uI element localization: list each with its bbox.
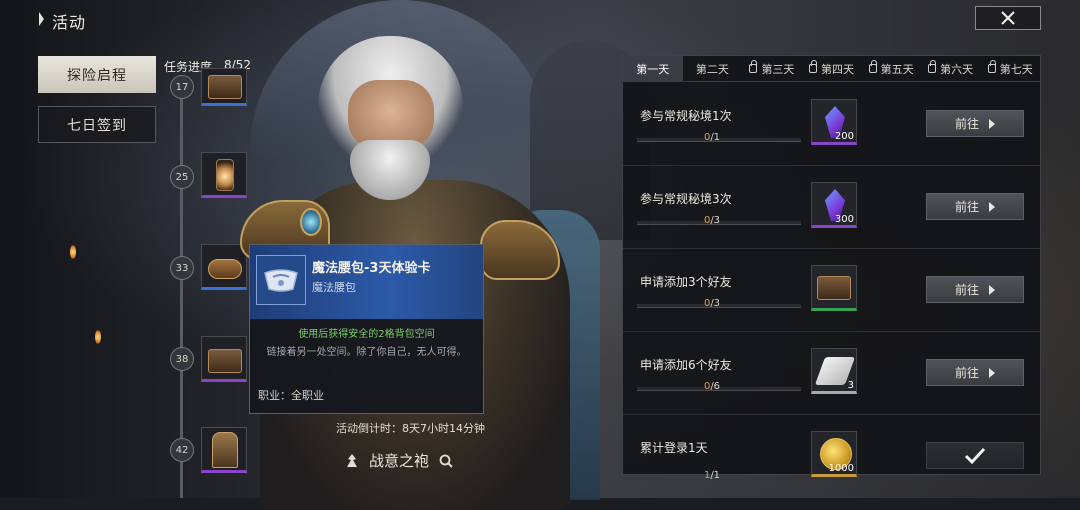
tab-day-2[interactable]: 第二天	[683, 56, 743, 81]
go-button[interactable]: 前往	[926, 193, 1024, 220]
magic-pouch-icon	[256, 255, 306, 305]
task-progress-total: /1	[710, 132, 721, 143]
task-progress-count: 0/3	[623, 298, 801, 309]
tab-label: 第六天	[940, 62, 974, 76]
lock-icon	[809, 60, 818, 73]
chevron-right-icon	[989, 118, 995, 129]
lock-icon	[749, 60, 758, 73]
chevron-right-icon	[989, 367, 995, 378]
chest-icon	[817, 276, 851, 300]
tooltip-effect: 使用后获得安全的2格背包空间	[298, 329, 435, 340]
chevron-right-icon	[989, 284, 995, 295]
event-countdown: 活动倒计时：8天7小时14分钟	[336, 422, 485, 435]
task-progress-total: /3	[710, 298, 721, 309]
tab-label: 第四天	[821, 62, 855, 76]
search-icon[interactable]	[439, 454, 453, 468]
tab-day-4[interactable]: 第四天	[802, 56, 862, 81]
reward-quantity: 1000	[828, 463, 854, 474]
page-title: 活动	[52, 13, 87, 32]
tab-day-6[interactable]: 第六天	[921, 56, 981, 81]
candle-flame	[70, 245, 76, 259]
tooltip-subtitle: 魔法腰包	[312, 281, 356, 294]
reward-quantity: 300	[834, 214, 854, 225]
task-row: 累计登录1天 1/1 1000	[623, 415, 1040, 481]
milestone-node: 17	[170, 75, 194, 99]
task-name: 申请添加6个好友	[640, 358, 732, 372]
character-name: 战意之袍	[369, 452, 430, 470]
chevron-right-icon	[989, 201, 995, 212]
task-reward-slot[interactable]: 200	[811, 99, 857, 145]
close-button[interactable]	[975, 6, 1041, 30]
tooltip-class-label: 职业：	[258, 389, 291, 402]
candle-flame	[95, 330, 101, 344]
task-progress-count: 1/1	[623, 470, 801, 481]
task-progress-total: /1	[710, 470, 721, 481]
go-button[interactable]: 前往	[926, 276, 1024, 303]
class-emblem-icon	[347, 453, 357, 467]
task-progress-count: 0/1	[623, 132, 801, 143]
milestone-node: 42	[170, 438, 194, 462]
task-reward-slot[interactable]: 3	[811, 348, 857, 394]
tooltip-header: 魔法腰包-3天体验卡 魔法腰包	[250, 245, 483, 319]
task-panel: 第一天 第二天 第三天 第四天 第五天 第六天 第七天 参与常规秘境1次 0/1…	[622, 55, 1041, 481]
day-tabs: 第一天 第二天 第三天 第四天 第五天 第六天 第七天	[623, 56, 1040, 82]
character-name-row: 战意之袍	[345, 450, 453, 471]
task-name: 申请添加3个好友	[640, 275, 732, 289]
go-button[interactable]: 前往	[926, 359, 1024, 386]
menu-seven-day-checkin[interactable]: 七日签到	[38, 106, 156, 143]
go-button-label: 前往	[954, 283, 979, 297]
go-button[interactable]: 前往	[926, 110, 1024, 137]
task-row: 参与常规秘境1次 0/1 200 前往	[623, 83, 1040, 166]
task-reward-slot[interactable]: 300	[811, 182, 857, 228]
tab-day-1[interactable]: 第一天	[623, 56, 683, 81]
tooltip-title: 魔法腰包-3天体验卡	[312, 261, 431, 276]
progress-track	[180, 78, 183, 498]
task-name: 参与常规秘境1次	[640, 109, 732, 123]
task-row: 参与常规秘境3次 0/3 300 前往	[623, 166, 1040, 249]
tooltip-description: 链接着另一处空间。除了你自己，无人可得。	[266, 347, 467, 358]
tab-label: 第二天	[695, 62, 729, 76]
checkmark-icon	[964, 447, 986, 464]
milestone-node: 25	[170, 165, 194, 189]
task-row: 申请添加6个好友 0/6 3 前往	[623, 332, 1040, 415]
character-gem	[300, 208, 322, 236]
reward-quantity: 200	[834, 131, 854, 142]
lock-icon	[868, 60, 877, 73]
go-button-label: 前往	[954, 366, 979, 380]
reward-quantity: 3	[847, 380, 854, 391]
close-icon	[1001, 11, 1015, 25]
task-progress-count: 0/3	[623, 215, 801, 226]
tab-label: 第七天	[999, 62, 1033, 76]
task-name: 参与常规秘境3次	[640, 192, 732, 206]
lock-icon	[928, 60, 937, 73]
task-name: 累计登录1天	[640, 441, 708, 455]
menu-adventure-start[interactable]: 探险启程	[38, 56, 156, 93]
item-tooltip: 魔法腰包-3天体验卡 魔法腰包 使用后获得安全的2格背包空间 链接着另一处空间。…	[249, 244, 484, 414]
tab-label: 第五天	[880, 62, 914, 76]
task-row: 申请添加3个好友 0/3 前往	[623, 249, 1040, 332]
tooltip-class-value: 全职业	[291, 389, 324, 402]
milestone-node: 33	[170, 256, 194, 280]
tab-label: 第一天	[636, 62, 670, 76]
milestone-node: 38	[170, 347, 194, 371]
tab-label: 第三天	[761, 62, 795, 76]
lock-icon	[987, 60, 996, 73]
task-progress-count: 0/6	[623, 381, 801, 392]
back-arrow-icon[interactable]	[36, 10, 46, 28]
tab-day-3[interactable]: 第三天	[742, 56, 802, 81]
task-reward-slot[interactable]	[811, 265, 857, 311]
go-button-label: 前往	[954, 117, 979, 131]
tooltip-class: 职业：全职业	[258, 387, 324, 403]
claimed-button[interactable]	[926, 442, 1024, 469]
task-progress-total: /3	[710, 215, 721, 226]
tab-day-7[interactable]: 第七天	[980, 56, 1040, 81]
task-progress-total: /6	[710, 381, 721, 392]
task-reward-slot[interactable]: 1000	[811, 431, 857, 477]
go-button-label: 前往	[954, 200, 979, 214]
tab-day-5[interactable]: 第五天	[861, 56, 921, 81]
